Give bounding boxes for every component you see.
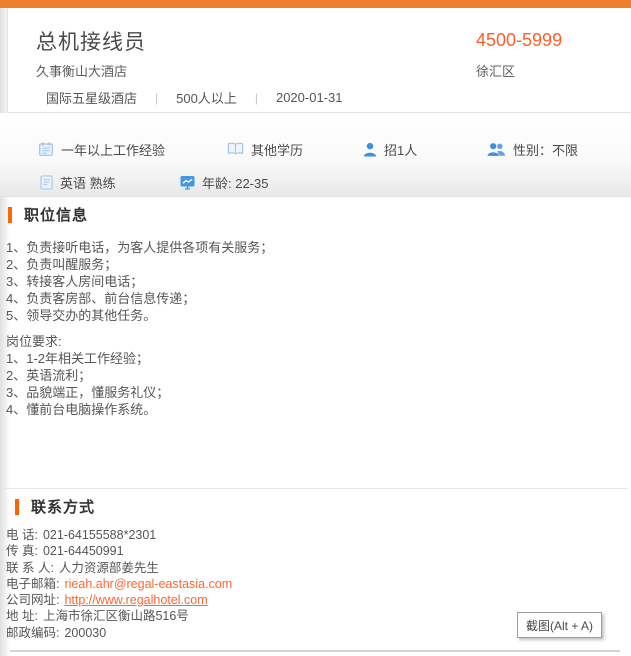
job-description: 1、负责接听电话，为客人提供各项有关服务； 2、负责叫醒服务； 3、转接客人房间…: [0, 239, 631, 418]
requirement-line: 2、英语流利；: [6, 367, 631, 384]
people-icon: [487, 142, 506, 157]
phone-value: 021-64155588*2301: [43, 528, 156, 542]
fax-value: 021-64450991: [43, 544, 124, 558]
gender-label: 性别：不限: [513, 140, 578, 159]
language-label: 英语 熟练: [60, 173, 116, 192]
document-icon: [40, 175, 53, 190]
address-value: 上海市徐汇区衡山路516号: [43, 609, 189, 623]
requirement-line: 1、1-2年相关工作经验；: [6, 350, 631, 367]
paragraph-spacer: [6, 324, 631, 333]
duty-line: 3、转接客人房间电话；: [6, 273, 631, 290]
requirement-line: 3、品貌端正，懂服务礼仪；: [6, 384, 631, 401]
experience-label: 一年以上工作经验: [61, 140, 165, 159]
company-size: 500人以上: [176, 88, 237, 107]
job-info-heading-text: 职位信息: [24, 204, 88, 225]
requirement-line: 4、懂前台电脑操作系统。: [6, 401, 631, 418]
contact-heading-text: 联系方式: [31, 496, 95, 517]
duty-line: 4、负责客房部、前台信息传递；: [6, 290, 631, 307]
experience-requirement: 一年以上工作经验: [38, 140, 165, 158]
website-link[interactable]: http://www.regalhotel.com: [64, 593, 207, 607]
district-label: 徐汇区: [476, 61, 515, 80]
orange-bar-icon: [8, 207, 12, 223]
job-header-card: 总机接线员 4500-5999 久事衡山大酒店 徐汇区 国际五星级酒店 | 50…: [7, 8, 631, 113]
requirements-title: 岗位要求:: [6, 333, 631, 350]
post-date: 2020-01-31: [276, 90, 343, 105]
age-label: 年龄: 22-35: [202, 173, 268, 192]
headcount-requirement: 招1人: [363, 140, 417, 158]
education-label: 其他学历: [251, 140, 303, 159]
contact-line-person: 联 系 人:人力资源部姜先生: [6, 560, 628, 576]
duty-line: 5、领导交办的其他任务。: [6, 307, 631, 324]
page-title: 总机接线员: [36, 26, 146, 56]
language-requirement: 英语 熟练: [40, 173, 116, 191]
screenshot-tooltip: 截图(Alt + A): [517, 612, 602, 638]
contact-line-phone: 电 话:021-64155588*2301: [6, 527, 628, 543]
top-accent-bar: [0, 0, 631, 8]
contact-line-email: 电子邮箱:rieah.ahr@regal-eastasia.com: [6, 576, 628, 592]
duty-line: 2、负责叫醒服务；: [6, 256, 631, 273]
job-info-heading: 职位信息: [0, 206, 631, 223]
contact-line-website: 公司网址:http://www.regalhotel.com: [6, 592, 628, 608]
postcode-value: 200030: [64, 626, 106, 640]
email-link[interactable]: rieah.ahr@regal-eastasia.com: [64, 577, 232, 591]
contact-heading: 联系方式: [7, 498, 628, 515]
bottom-divider: [10, 650, 620, 652]
age-requirement: 年龄: 22-35: [180, 173, 268, 191]
company-type: 国际五星级酒店: [46, 88, 137, 107]
headcount-label: 招1人: [384, 140, 417, 159]
screenshot-tooltip-text: 截图(Alt + A): [526, 617, 593, 634]
duty-line: 1、负责接听电话，为客人提供各项有关服务；: [6, 239, 631, 256]
chart-board-icon: [180, 175, 195, 190]
person-icon: [363, 142, 377, 157]
contact-line-fax: 传 真:021-64450991: [6, 543, 628, 559]
company-meta-row: 国际五星级酒店 | 500人以上 | 2020-01-31: [46, 88, 342, 107]
gender-requirement: 性别：不限: [487, 140, 578, 158]
meta-separator: |: [155, 91, 158, 105]
contact-person-value: 人力资源部姜先生: [59, 561, 159, 575]
calendar-icon: [38, 141, 54, 157]
requirements-strip: 一年以上工作经验 其他学历 招1人 性别：不限: [0, 113, 631, 197]
salary-range: 4500-5999: [476, 30, 562, 51]
book-icon: [227, 142, 244, 156]
company-name: 久事衡山大酒店: [36, 61, 127, 80]
orange-bar-icon: [15, 499, 19, 515]
meta-separator: |: [255, 91, 258, 105]
job-info-section: 职位信息 1、负责接听电话，为客人提供各项有关服务； 2、负责叫醒服务； 3、转…: [0, 197, 631, 418]
education-requirement: 其他学历: [227, 140, 303, 158]
